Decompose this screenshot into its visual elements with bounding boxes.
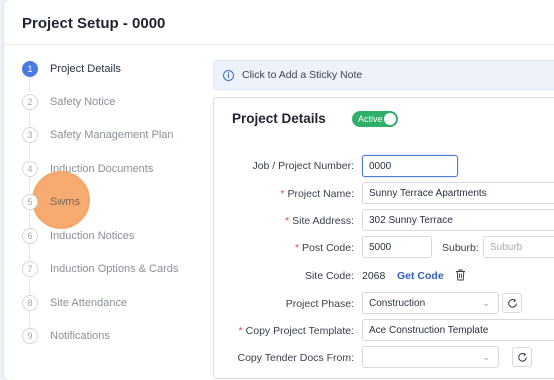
step-number: 8 bbox=[22, 295, 38, 311]
step-label: Site Attendance bbox=[50, 297, 128, 309]
step-label: Notifications bbox=[50, 330, 110, 342]
copy-template-input[interactable]: Ace Construction Template bbox=[362, 319, 554, 341]
get-code-button[interactable]: Get Code bbox=[397, 270, 444, 282]
copy-template-label: * Copy Project Template: bbox=[238, 325, 354, 337]
step-number: 9 bbox=[22, 328, 38, 344]
step-swms[interactable]: 5 Swms bbox=[22, 192, 202, 212]
step-number: 7 bbox=[22, 261, 38, 277]
project-phase-value: Construction bbox=[369, 298, 426, 309]
step-induction-notices[interactable]: 6 Induction Notices bbox=[22, 226, 202, 246]
step-induction-options-cards[interactable]: 7 Induction Options & Cards bbox=[22, 259, 202, 279]
site-code-value: 2068 bbox=[362, 270, 386, 282]
step-number: 6 bbox=[22, 228, 38, 244]
step-label: Induction Options & Cards bbox=[50, 263, 179, 275]
step-number: 4 bbox=[22, 161, 38, 177]
project-name-input[interactable]: Sunny Terrace Apartments bbox=[362, 182, 554, 204]
chevron-down-icon: ⌄ bbox=[482, 352, 490, 362]
step-safety-management-plan[interactable]: 3 Safety Management Plan bbox=[22, 125, 202, 145]
header-divider bbox=[4, 44, 554, 45]
step-project-details[interactable]: 1 Project Details bbox=[22, 59, 202, 79]
suburb-label: Suburb: bbox=[442, 242, 479, 254]
panel-title: Project Details bbox=[232, 111, 326, 126]
project-phase-select[interactable]: Construction ⌄ bbox=[362, 292, 499, 314]
step-label: Swms bbox=[50, 196, 80, 208]
site-address-label: * Site Address: bbox=[285, 215, 354, 227]
copy-tender-label: Copy Tender Docs From: bbox=[237, 352, 354, 364]
page-title: Project Setup - 0000 bbox=[22, 15, 166, 32]
refresh-icon[interactable] bbox=[512, 347, 532, 367]
step-number: 3 bbox=[22, 127, 38, 143]
site-address-input[interactable]: 302 Sunny Terrace bbox=[362, 209, 554, 231]
sticky-note-text: Click to Add a Sticky Note bbox=[242, 69, 363, 81]
chevron-down-icon: ⌄ bbox=[482, 298, 490, 308]
step-label: Safety Notice bbox=[50, 96, 116, 108]
project-name-label: * Project Name: bbox=[280, 188, 354, 200]
active-toggle[interactable]: Active bbox=[352, 111, 398, 127]
step-label: Project Details bbox=[50, 63, 121, 75]
step-site-attendance[interactable]: 8 Site Attendance bbox=[22, 293, 202, 313]
step-number: 2 bbox=[22, 94, 38, 110]
trash-icon[interactable] bbox=[450, 265, 470, 285]
copy-tender-select[interactable]: ⌄ bbox=[362, 346, 499, 368]
step-label: Safety Management Plan bbox=[50, 129, 174, 141]
step-label: Induction Notices bbox=[50, 230, 135, 242]
step-safety-notice[interactable]: 2 Safety Notice bbox=[22, 92, 202, 112]
job-number-input[interactable]: 0000 bbox=[362, 155, 458, 177]
toggle-label: Active bbox=[358, 114, 383, 124]
step-number: 5 bbox=[22, 194, 38, 210]
project-phase-label: Project Phase: bbox=[285, 298, 354, 310]
site-code-label: Site Code: bbox=[304, 270, 354, 282]
step-number: 1 bbox=[22, 61, 38, 77]
step-notifications[interactable]: 9 Notifications bbox=[22, 326, 202, 346]
job-number-label: Job / Project Number: bbox=[252, 160, 354, 172]
suburb-input[interactable]: Suburb bbox=[483, 236, 554, 258]
toggle-knob bbox=[384, 113, 396, 125]
post-code-input[interactable]: 5000 bbox=[362, 236, 432, 258]
sticky-note-bar[interactable]: i Click to Add a Sticky Note bbox=[213, 60, 554, 90]
post-code-label: * Post Code: bbox=[294, 242, 354, 254]
info-icon: i bbox=[223, 69, 234, 81]
refresh-icon[interactable] bbox=[502, 293, 522, 313]
